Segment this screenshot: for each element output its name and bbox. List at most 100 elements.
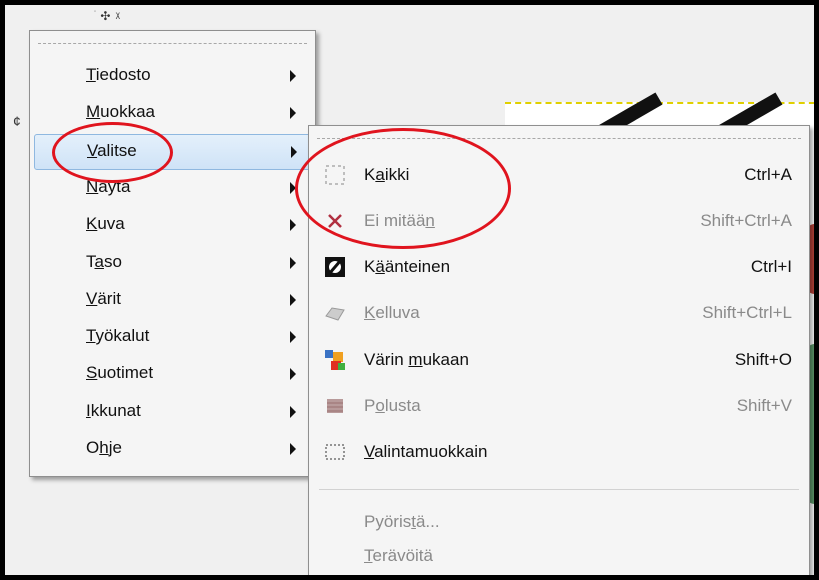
label-text: Pyöris: [364, 512, 412, 531]
label-text: alitse: [97, 140, 137, 160]
canvas-ruler-mark: ¢: [13, 113, 21, 129]
menu-item-valitse[interactable]: Valitse: [34, 133, 312, 170]
menu-item-label: Ohje: [86, 438, 122, 458]
menu-item-label: Tiedosto: [86, 65, 151, 85]
invert-selection-icon: [324, 256, 346, 278]
main-menu: Tiedosto Muokkaa Valitse Näytä Kuva Taso Värit…: [29, 30, 316, 477]
mnemonic-letter: h: [99, 438, 109, 457]
menu-item-label: Valintamuokkain: [364, 442, 487, 462]
label-text: lusta: [384, 396, 421, 415]
label-text: ärit: [97, 288, 121, 308]
menu-item-taso[interactable]: Taso: [34, 246, 310, 280]
shortcut-label: Shift+V: [736, 396, 792, 415]
label-text: O: [86, 438, 100, 457]
shortcut-label: Shift+O: [734, 350, 792, 369]
select-none-icon: [324, 210, 346, 232]
mnemonic-letter: a: [375, 165, 385, 184]
select-submenu: Kaikki Ctrl+A Ei mitään Shift+Ctrl+A Kääntei…: [308, 125, 810, 575]
chevron-right-icon: [290, 405, 296, 418]
menu-item-muokkaa[interactable]: Muokkaa: [34, 96, 310, 130]
menu-item-label: Kelluva: [364, 303, 420, 323]
mnemonic-letter: T: [364, 546, 373, 565]
mnemonic-letter: m: [408, 350, 423, 369]
menu-item-suotimet[interactable]: Suotimet: [34, 357, 310, 391]
by-color-select-icon: [324, 349, 346, 371]
label-text: uokkaa: [100, 102, 155, 122]
submenu-item-kelluva[interactable]: Kelluva Shift+Ctrl+L: [310, 293, 806, 333]
menu-item-label: Värin mukaan: [364, 350, 469, 370]
submenu-separator: [319, 489, 799, 490]
chevron-right-icon: [290, 368, 296, 381]
chevron-right-icon: [291, 145, 297, 158]
label-text: erävöitä: [372, 546, 433, 565]
label-text: alintamuokkain: [374, 442, 488, 461]
menu-item-työkalut[interactable]: Työkalut: [34, 320, 310, 354]
label-text: je: [108, 438, 122, 457]
label-text: yökalut: [95, 326, 150, 346]
label-text: T: [86, 251, 95, 271]
mnemonic-letter: V: [87, 140, 98, 160]
mnemonic-letter: V: [364, 442, 375, 461]
label-text: Ei mitää: [364, 211, 426, 230]
mnemonic-letter: n: [425, 211, 435, 230]
chevron-right-icon: [290, 107, 296, 120]
mnemonic-letter: ä: [375, 257, 385, 276]
chevron-right-icon: [290, 331, 296, 344]
label-text: K: [364, 257, 376, 276]
label-text: äytä: [98, 176, 131, 196]
menu-item-label: Työkalut: [86, 326, 149, 346]
menu-item-tiedosto[interactable]: Tiedosto: [34, 59, 310, 93]
menu-item-kuva[interactable]: Kuva: [34, 208, 310, 242]
label-text: Värin: [364, 350, 409, 369]
submenu-item-eimitään[interactable]: Ei mitään Shift+Ctrl+A: [310, 201, 806, 241]
mnemonic-letter: a: [94, 251, 104, 271]
from-path-icon: [324, 395, 346, 417]
mnemonic-letter: N: [86, 176, 99, 196]
menu-item-label: Ikkunat: [86, 401, 141, 421]
menu-tearoff[interactable]: [38, 43, 307, 44]
shortcut-label: Shift+Ctrl+A: [700, 211, 792, 230]
mnemonic-letter: M: [86, 102, 101, 122]
screenshot-frame: ׂ ✣ ᵡ ¢ Tiedosto Muokkaa Valitse Näytä Kuva T…: [0, 0, 819, 580]
chevron-right-icon: [290, 256, 296, 269]
menu-item-näytä[interactable]: Näytä: [34, 171, 310, 205]
label-text: ikki: [384, 165, 410, 184]
label-text: P: [364, 396, 376, 415]
menu-item-värit[interactable]: Värit: [34, 283, 310, 317]
label-text: uotimet: [97, 363, 154, 383]
menu-item-label: Pyöristä...: [364, 512, 440, 532]
menu-item-label: Kaikki: [364, 165, 409, 185]
menu-item-ohje[interactable]: Ohje: [34, 432, 310, 466]
menu-item-label: Kuva: [86, 214, 125, 234]
label-text: uva: [97, 214, 125, 234]
menu-item-label: Suotimet: [86, 363, 153, 383]
label-text: ä...: [415, 512, 440, 531]
submenu-item-kaikki[interactable]: Kaikki Ctrl+A: [310, 155, 806, 195]
mnemonic-letter: S: [86, 363, 98, 383]
shortcut-label: Ctrl+I: [750, 257, 792, 276]
mnemonic-letter: o: [375, 396, 385, 415]
chevron-right-icon: [290, 70, 296, 82]
menu-item-ikkunat[interactable]: Ikkunat: [34, 395, 310, 429]
label-text: iedosto: [95, 65, 151, 84]
submenu-item-käänteinen[interactable]: Käänteinen Ctrl+I: [310, 247, 806, 287]
menu-item-label: Ei mitään: [364, 211, 435, 231]
label-text: so: [103, 251, 122, 271]
menu-item-label: Muokkaa: [86, 102, 155, 122]
mnemonic-letter: T: [86, 65, 96, 84]
submenu-item-värinmukaan[interactable]: Värin mukaan Shift+O: [310, 340, 806, 380]
submenu-tearoff[interactable]: [317, 138, 801, 139]
submenu-item-polusta[interactable]: Polusta Shift+V: [310, 386, 806, 426]
selection-editor-icon: [324, 441, 346, 463]
menu-item-label: Taso: [86, 252, 122, 272]
chevron-right-icon: [290, 181, 296, 194]
menu-item-label: Näytä: [86, 177, 130, 197]
submenu-item-terävöitä[interactable]: Terävöitä: [310, 536, 806, 575]
float-selection-icon: [324, 302, 346, 324]
menu-item-label: Valitse: [87, 141, 137, 161]
menu-item-label: Terävöitä: [364, 546, 433, 566]
submenu-item-valintamuokkain[interactable]: Valintamuokkain: [310, 432, 806, 472]
mnemonic-letter: K: [86, 214, 98, 234]
shortcut-label: Shift+Ctrl+L: [702, 303, 792, 322]
menu-item-label: Polusta: [364, 396, 421, 416]
